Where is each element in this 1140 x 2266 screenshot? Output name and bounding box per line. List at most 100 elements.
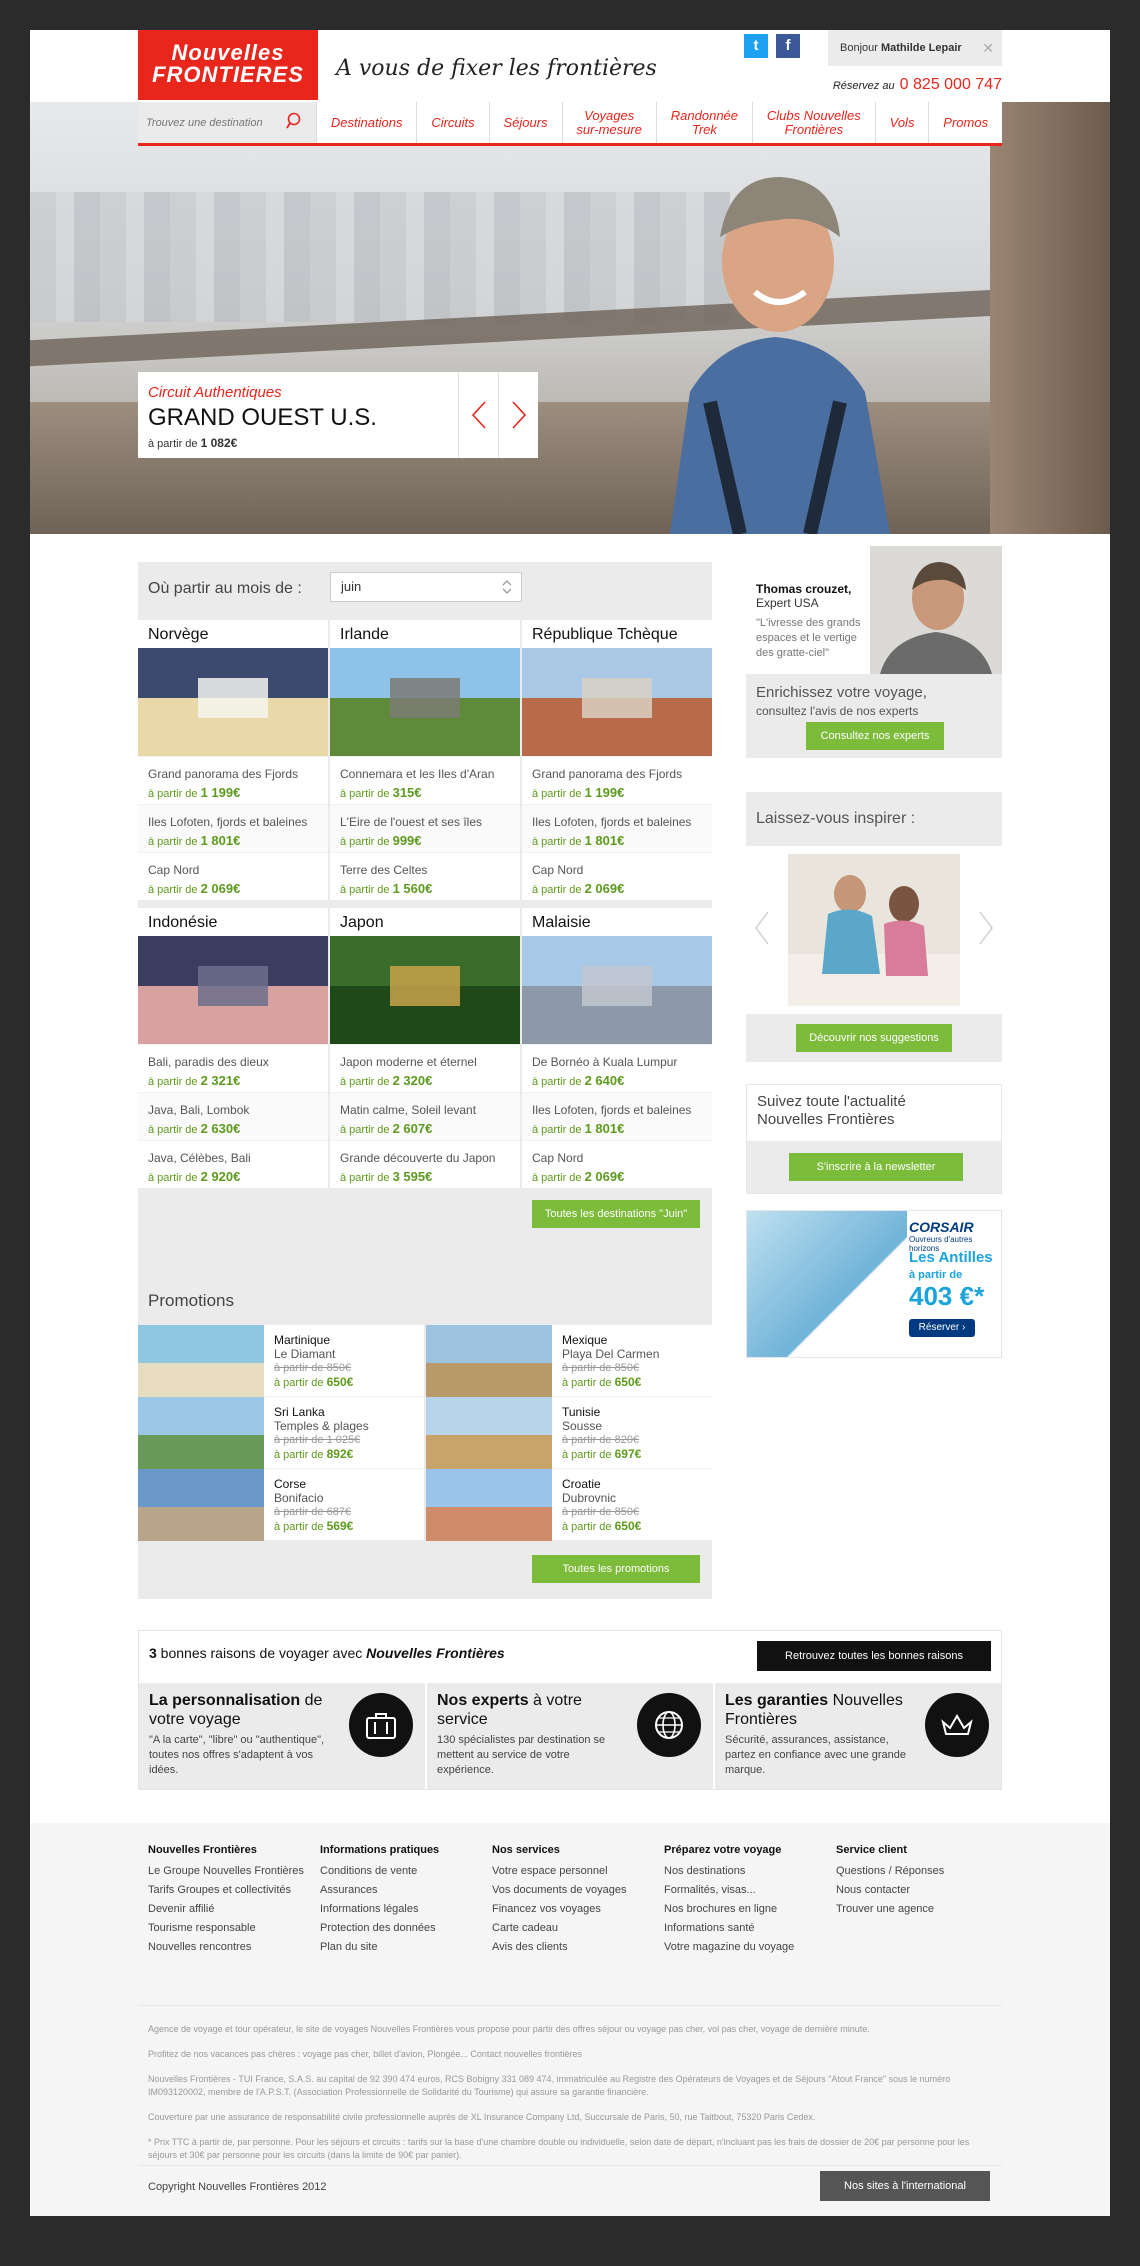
- nav-item[interactable]: Voyages sur-mesure: [561, 102, 656, 143]
- country-image[interactable]: [522, 936, 712, 1044]
- suggestions-button[interactable]: Découvrir nos suggestions: [796, 1024, 952, 1052]
- nav-item[interactable]: Promos: [928, 102, 1002, 143]
- facebook-icon[interactable]: f: [776, 34, 800, 58]
- international-sites-button[interactable]: Nos sites à l'international: [820, 2171, 990, 2201]
- offer-item[interactable]: De Bornéo à Kuala Lumpur à partir de 2 64…: [522, 1044, 712, 1092]
- newsletter-button[interactable]: S'inscrire à la newsletter: [789, 1153, 963, 1181]
- promo-item[interactable]: Mexique Playa Del Carmen à partir de 850€ à…: [426, 1325, 712, 1397]
- country-name[interactable]: Japon: [330, 908, 520, 936]
- footer-link[interactable]: Vos documents de voyages: [492, 1881, 656, 1900]
- promo-item[interactable]: Corse Bonifacio à partir de 687€ à partir d…: [138, 1469, 424, 1541]
- month-select[interactable]: juin: [330, 572, 522, 602]
- offer-item[interactable]: Cap Nord à partir de 2 069€: [522, 852, 712, 900]
- search-input[interactable]: [146, 114, 286, 132]
- footer-link[interactable]: Trouver une agence: [836, 1900, 1000, 1919]
- offer-item[interactable]: Grand panorama des Fjords à partir de 1 1…: [138, 756, 328, 804]
- chevron-right-icon[interactable]: [978, 910, 994, 946]
- phone-number[interactable]: 0 825 000 747: [900, 76, 1002, 93]
- promo-image[interactable]: [426, 1469, 552, 1541]
- country-name[interactable]: Norvège: [138, 620, 328, 648]
- country-name[interactable]: Malaisie: [522, 908, 712, 936]
- country-name[interactable]: Indonésie: [138, 908, 328, 936]
- offer-item[interactable]: Iles Lofoten, fjords et baleines à partir…: [522, 1092, 712, 1140]
- footer-link[interactable]: Assurances: [320, 1881, 484, 1900]
- promo-image[interactable]: [426, 1325, 552, 1397]
- promo-item[interactable]: Sri Lanka Temples & plages à partir de 1 0…: [138, 1397, 424, 1469]
- footer-link[interactable]: Informations légales: [320, 1900, 484, 1919]
- nav-item[interactable]: Randonnée Trek: [655, 102, 752, 143]
- nav-item[interactable]: Destinations: [316, 102, 416, 143]
- footer-link[interactable]: Informations santé: [664, 1919, 828, 1938]
- footer-link[interactable]: Nos brochures en ligne: [664, 1900, 828, 1919]
- next-slide-button[interactable]: [498, 372, 538, 458]
- offer-item[interactable]: L'Eire de l'ouest et ses îles à partir de…: [330, 804, 520, 852]
- hero-slide-card[interactable]: Circuit Authentiques GRAND OUEST U.S. à …: [138, 372, 538, 458]
- all-reasons-button[interactable]: Retrouvez toutes les bonnes raisons: [757, 1641, 991, 1671]
- nav-item[interactable]: Vols: [874, 102, 929, 143]
- user-name[interactable]: Mathilde Lepair: [881, 42, 962, 54]
- country-image[interactable]: [330, 648, 520, 756]
- promo-image[interactable]: [138, 1325, 264, 1397]
- nav-item[interactable]: Clubs Nouvelles Frontières: [751, 102, 875, 143]
- footer-link[interactable]: Votre magazine du voyage: [664, 1938, 828, 1957]
- footer-link[interactable]: Votre espace personnel: [492, 1862, 656, 1881]
- promo-image[interactable]: [138, 1397, 264, 1469]
- promo-item[interactable]: Tunisie Sousse à partir de 820€ à partir de…: [426, 1397, 712, 1469]
- promo-image[interactable]: [426, 1397, 552, 1469]
- country-image[interactable]: [522, 648, 712, 756]
- footer-link[interactable]: Questions / Réponses: [836, 1862, 1000, 1881]
- footer-link[interactable]: Nos destinations: [664, 1862, 828, 1881]
- offer-item[interactable]: Iles Lofoten, fjords et baleines à partir…: [138, 804, 328, 852]
- footer-link[interactable]: Le Groupe Nouvelles Frontières: [148, 1862, 312, 1881]
- offer-item[interactable]: Japon moderne et éternel à partir de 2 32…: [330, 1044, 520, 1092]
- footer-link[interactable]: Carte cadeau: [492, 1919, 656, 1938]
- offer-item[interactable]: Grand panorama des Fjords à partir de 1 1…: [522, 756, 712, 804]
- footer-link[interactable]: Nouvelles rencontres: [148, 1938, 312, 1957]
- offer-item[interactable]: Java, Bali, Lombok à partir de 2 630€: [138, 1092, 328, 1140]
- experts-button[interactable]: Consultez nos experts: [806, 722, 944, 750]
- offer-item[interactable]: Iles Lofoten, fjords et baleines à partir…: [522, 804, 712, 852]
- all-destinations-button[interactable]: Toutes les destinations "Juin": [532, 1200, 700, 1228]
- offer-title: Cap Nord: [532, 863, 584, 877]
- promo-image[interactable]: [138, 1469, 264, 1541]
- nav-item[interactable]: Séjours: [488, 102, 562, 143]
- newsletter-title: Suivez toute l'actualité Nouvelles Front…: [757, 1093, 906, 1128]
- country-name[interactable]: Irlande: [330, 620, 520, 648]
- offer-item[interactable]: Cap Nord à partir de 2 069€: [138, 852, 328, 900]
- footer-column-heading: Préparez votre voyage: [664, 1844, 782, 1856]
- footer-link[interactable]: Nous contacter: [836, 1881, 1000, 1900]
- ad-book-button[interactable]: Réserver ›: [909, 1319, 975, 1337]
- corsair-ad[interactable]: CORSAIR Ouvreurs d'autres horizons Les A…: [746, 1210, 1002, 1358]
- country-image[interactable]: [330, 936, 520, 1044]
- footer-link[interactable]: Devenir affilié: [148, 1900, 312, 1919]
- promo-item[interactable]: Martinique Le Diamant à partir de 850€ à pa…: [138, 1325, 424, 1397]
- footer-link[interactable]: Tarifs Groupes et collectivités: [148, 1881, 312, 1900]
- offer-item[interactable]: Cap Nord à partir de 2 069€: [522, 1140, 712, 1188]
- twitter-icon[interactable]: t: [744, 34, 768, 58]
- offer-item[interactable]: Grande découverte du Japon à partir de 3 …: [330, 1140, 520, 1188]
- offer-item[interactable]: Bali, paradis des dieux à partir de 2 321…: [138, 1044, 328, 1092]
- footer-link[interactable]: Tourisme responsable: [148, 1919, 312, 1938]
- country-name[interactable]: République Tchèque: [522, 620, 712, 648]
- offer-item[interactable]: Connemara et les Iles d'Aran à partir de …: [330, 756, 520, 804]
- footer-link[interactable]: Financez vos voyages: [492, 1900, 656, 1919]
- footer-link[interactable]: Avis des clients: [492, 1938, 656, 1957]
- inspire-image[interactable]: [788, 854, 960, 1006]
- country-image[interactable]: [138, 936, 328, 1044]
- footer-link[interactable]: Formalités, visas...: [664, 1881, 828, 1900]
- offer-item[interactable]: Terre des Celtes à partir de 1 560€: [330, 852, 520, 900]
- footer-link[interactable]: Plan du site: [320, 1938, 484, 1957]
- promo-item[interactable]: Croatie Dubrovnic à partir de 850€ à partir…: [426, 1469, 712, 1541]
- country-image[interactable]: [138, 648, 328, 756]
- logo[interactable]: Nouvelles FRONTIERES: [138, 30, 318, 100]
- offer-item[interactable]: Matin calme, Soleil levant à partir de 2 …: [330, 1092, 520, 1140]
- nav-item[interactable]: Circuits: [416, 102, 488, 143]
- prev-slide-button[interactable]: [458, 372, 498, 458]
- search-icon[interactable]: [286, 112, 304, 130]
- chevron-left-icon[interactable]: [754, 910, 770, 946]
- footer-link[interactable]: Conditions de vente: [320, 1862, 484, 1881]
- offer-item[interactable]: Java, Célèbes, Bali à partir de 2 920€: [138, 1140, 328, 1188]
- footer-link[interactable]: Protection des données: [320, 1919, 484, 1938]
- close-icon[interactable]: ✕: [982, 30, 994, 66]
- all-promotions-button[interactable]: Toutes les promotions: [532, 1555, 700, 1583]
